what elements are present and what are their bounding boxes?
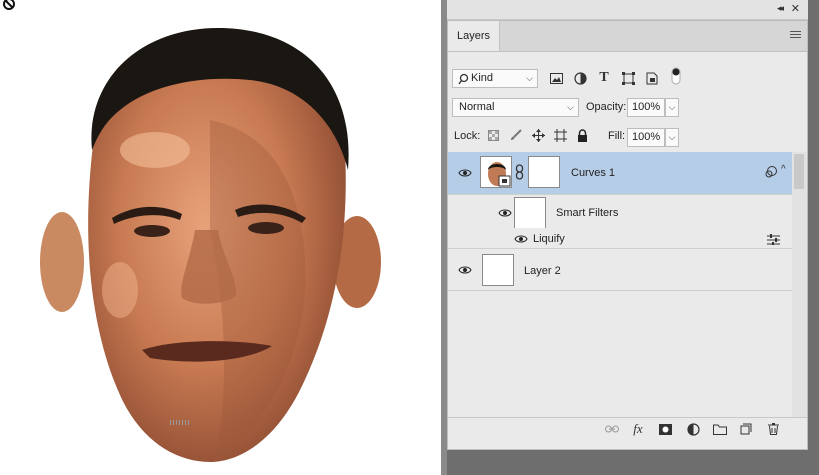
layer-mask-thumbnail[interactable] — [528, 156, 560, 188]
filter-row-liquify[interactable]: Liquify — [448, 228, 792, 249]
shape-filter-icon[interactable] — [621, 71, 635, 85]
document-canvas[interactable] — [0, 0, 441, 475]
opacity-dropdown[interactable]: ⌵ — [665, 98, 679, 117]
pixel-filter-icon[interactable] — [549, 71, 563, 85]
eye-icon[interactable] — [514, 234, 528, 244]
opacity-label: Opacity: — [586, 101, 627, 113]
smart-filters-row[interactable]: Smart Filters — [448, 195, 792, 229]
search-icon — [458, 73, 469, 85]
layer-thumbnail[interactable] — [480, 156, 512, 188]
tab-layers[interactable]: Layers — [448, 21, 500, 51]
fill-dropdown[interactable]: ⌵ — [665, 128, 679, 147]
lock-row: Lock: Fill: 100% ⌵ — [448, 126, 807, 154]
link-layers-icon[interactable] — [605, 422, 619, 436]
smart-filter-mask-thumbnail[interactable] — [514, 197, 546, 229]
expand-icon[interactable]: ^ — [781, 164, 786, 175]
filter-options-icon[interactable] — [766, 232, 780, 246]
lock-all-icon[interactable] — [575, 128, 589, 142]
layer-row-curves-1[interactable]: Curves 1 ^ — [448, 152, 792, 195]
layers-scrollbar[interactable] — [792, 152, 807, 417]
smartobject-filter-icon[interactable] — [645, 71, 659, 85]
eye-icon[interactable] — [498, 208, 512, 218]
new-adjustment-icon[interactable] — [686, 422, 700, 436]
trash-icon[interactable] — [766, 422, 780, 436]
smart-filters-label: Smart Filters — [556, 207, 619, 219]
layers-panel: Layers Kind ⌵ T Normal ⌵ Opacity: 100% ⌵… — [447, 20, 808, 450]
scrollbar-thumb[interactable] — [794, 154, 804, 189]
panel-resize-grip[interactable] — [170, 420, 190, 425]
layers-list: Curves 1 ^ Smart Filters Liquify Layer 2 — [448, 152, 807, 417]
layer-name[interactable]: Curves 1 — [571, 167, 615, 179]
opacity-input[interactable]: 100% — [627, 98, 665, 117]
lock-label: Lock: — [454, 130, 481, 142]
cheek-highlight — [102, 262, 138, 318]
panel-menu-icon[interactable] — [790, 31, 801, 40]
filter-name[interactable]: Liquify — [533, 233, 565, 245]
filter-row: Kind ⌵ T — [448, 67, 807, 97]
chevron-down-icon: ⌵ — [526, 73, 533, 83]
right-eye — [248, 222, 284, 234]
close-icon[interactable]: ✕ — [791, 2, 800, 15]
link-icon[interactable] — [514, 164, 524, 180]
no-entry-icon — [3, 0, 15, 10]
type-filter-icon[interactable]: T — [597, 70, 611, 85]
lock-transparent-icon[interactable] — [486, 128, 500, 142]
fx-icon[interactable]: fx — [631, 421, 645, 436]
layer-row-layer-2[interactable]: Layer 2 — [448, 249, 792, 291]
lock-paint-icon[interactable] — [509, 128, 523, 142]
panel-header-strip: ◂◂ ✕ — [447, 0, 808, 20]
smart-object-badge-icon[interactable] — [764, 165, 778, 179]
fill-input[interactable]: 100% — [627, 128, 665, 147]
panel-tab-bar: Layers — [448, 21, 807, 52]
blend-mode-label: Normal — [459, 101, 495, 113]
lock-position-icon[interactable] — [531, 128, 545, 142]
adjustment-filter-icon[interactable] — [573, 71, 587, 85]
layer-name[interactable]: Layer 2 — [524, 265, 561, 277]
left-ear — [40, 212, 84, 312]
canvas-artwork — [3, 0, 381, 462]
eye-icon[interactable] — [458, 265, 472, 275]
new-group-icon[interactable] — [713, 422, 727, 436]
left-eye — [134, 225, 170, 237]
forehead-highlight — [120, 132, 190, 168]
eye-icon[interactable] — [458, 168, 472, 178]
blend-row: Normal ⌵ Opacity: 100% ⌵ — [448, 98, 807, 126]
chevron-down-icon: ⌵ — [567, 102, 574, 112]
layer-thumbnail[interactable] — [482, 254, 514, 286]
mask-icon[interactable] — [658, 422, 672, 436]
collapse-icon[interactable]: ◂◂ — [777, 3, 784, 14]
layers-bottom-toolbar: fx — [448, 417, 807, 441]
filter-toggle-icon[interactable] — [669, 67, 683, 85]
blend-mode-select[interactable]: Normal ⌵ — [452, 98, 579, 117]
new-layer-icon[interactable] — [739, 422, 753, 436]
filter-kind-label: Kind — [471, 72, 494, 84]
lock-artboard-icon[interactable] — [553, 128, 567, 142]
filter-kind-select[interactable]: Kind ⌵ — [452, 69, 538, 88]
fill-label: Fill: — [608, 130, 626, 142]
